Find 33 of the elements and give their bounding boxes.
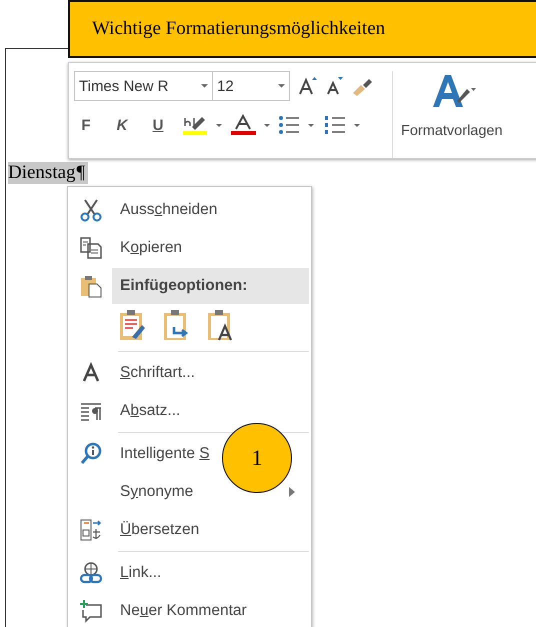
menu-item[interactable]: Intelligente S	[120, 445, 210, 463]
format-button[interactable]: K	[110, 113, 134, 137]
document-text: Dienstag¶	[8, 162, 88, 184]
translate-icon	[79, 518, 103, 542]
menu-item[interactable]: Schriftart...	[120, 364, 195, 382]
menu-item[interactable]: Übersetzen	[120, 521, 200, 539]
dropdown-arrow-icon	[201, 84, 208, 88]
menu-item[interactable]: Kopieren	[120, 239, 182, 257]
paste-keep-formatting-icon[interactable]	[118, 309, 148, 341]
menu-item[interactable]: Neuer Kommentar	[120, 602, 247, 620]
copy-icon	[79, 236, 103, 260]
menu-item[interactable]: Synonyme	[120, 483, 194, 501]
submenu-arrow-icon	[289, 487, 295, 497]
globe-link-icon	[79, 561, 103, 585]
font-name-dropdown[interactable]: Times New R	[74, 71, 213, 101]
font-size-dropdown[interactable]: 12	[212, 71, 290, 101]
dropdown-arrow-icon	[278, 84, 285, 88]
grow-font-icon[interactable]	[296, 75, 318, 97]
new-comment-icon	[79, 599, 103, 623]
clipboard-icon	[79, 274, 103, 298]
format-button[interactable]: U	[146, 113, 170, 137]
search-info-icon	[79, 442, 103, 466]
format-button[interactable]: F	[74, 113, 98, 137]
menu-item[interactable]: Ausschneiden	[120, 201, 218, 219]
scissors-icon	[79, 198, 103, 222]
font-color-icon[interactable]	[230, 114, 272, 136]
styles-button[interactable]: Formatvorlagen	[393, 71, 511, 158]
menu-item[interactable]: Link...	[120, 564, 162, 582]
menu-section-header: Einfügeoptionen:	[112, 268, 309, 304]
shrink-font-icon[interactable]	[324, 75, 344, 97]
banner-title: Wichtige Formatierungsmöglichkeiten	[92, 18, 386, 40]
menu-item[interactable]: Absatz...	[120, 402, 180, 420]
highlight-icon[interactable]	[182, 114, 224, 136]
